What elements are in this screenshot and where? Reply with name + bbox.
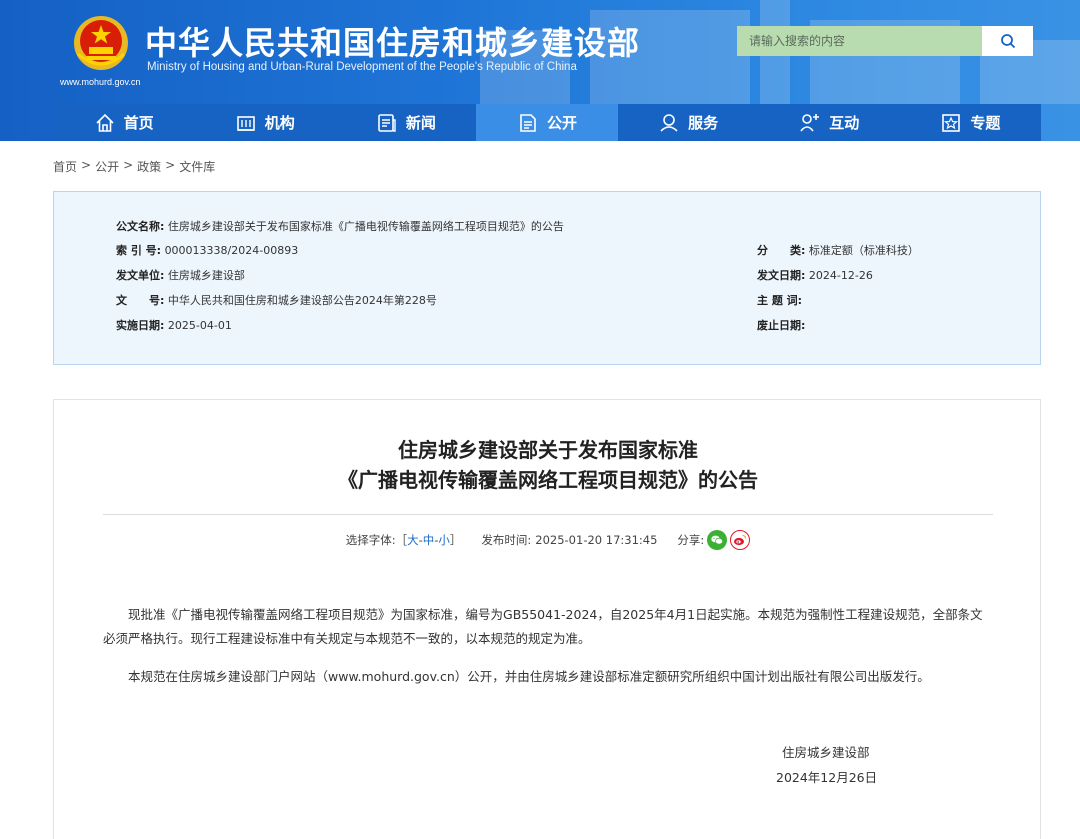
info-value: 住房城乡建设部: [167, 269, 245, 282]
info-value: 2025-04-01: [167, 319, 232, 332]
nav-item-label: 首页: [123, 114, 154, 132]
publish-label: 发布时间:: [481, 533, 532, 547]
share-wechat-button[interactable]: [707, 530, 728, 550]
topic-icon: [942, 113, 961, 132]
wechat-icon: [711, 535, 724, 545]
interaction-icon: [800, 113, 820, 132]
info-value: 中华人民共和国住房和城乡建设部公告2024年第228号: [167, 294, 437, 307]
nav-item-label: 公开: [546, 114, 577, 132]
info-value: 2024-12-26: [808, 269, 873, 282]
info-label: 发文日期:: [757, 269, 806, 282]
breadcrumb-disclosure[interactable]: 公开: [95, 158, 119, 175]
article-title-line1: 住房城乡建设部关于发布国家标准: [398, 438, 698, 462]
font-size-small[interactable]: 小: [438, 533, 450, 547]
info-label: 废止日期:: [757, 319, 806, 332]
info-issuer: 发文单位: 住房城乡建设部: [116, 267, 245, 283]
news-icon: [378, 113, 396, 132]
nav-item-label: 服务: [688, 114, 719, 132]
article-title-line2: 《广播电视传输覆盖网络工程项目规范》的公告: [338, 468, 758, 492]
nav-item-disclosure[interactable]: 公开: [476, 104, 618, 141]
info-label: 分 类:: [757, 244, 806, 257]
search-button[interactable]: [982, 26, 1033, 56]
share-label: 分享:: [677, 533, 705, 547]
font-size-selector: 选择字体:［大-中-小］: [346, 532, 462, 548]
info-label: 索 引 号:: [116, 244, 162, 257]
info-subject: 主 题 词:: [757, 292, 802, 308]
search-icon: [1000, 34, 1015, 49]
info-label: 主 题 词:: [757, 294, 803, 307]
article-meta: 选择字体:［大-中-小］ 发布时间: 2025-01-20 17:31:45 分…: [54, 530, 1042, 550]
national-emblem-icon: [74, 16, 128, 70]
article-panel: 住房城乡建设部关于发布国家标准 《广播电视传输覆盖网络工程项目规范》的公告 选择…: [53, 399, 1041, 839]
home-icon: [95, 113, 114, 132]
font-size-medium[interactable]: 中: [423, 533, 435, 547]
article-paragraph-1: 现批准《广播电视传输覆盖网络工程项目规范》为国家标准，编号为GB55041-20…: [103, 607, 983, 646]
info-label: 发文单位:: [116, 269, 165, 282]
info-doc-no: 文 号: 中华人民共和国住房和城乡建设部公告2024年第228号: [116, 292, 437, 308]
nav-item-interaction[interactable]: 互动: [759, 104, 900, 141]
info-effective-date: 实施日期: 2025-04-01: [116, 317, 232, 333]
info-label: 公文名称:: [116, 220, 165, 233]
search-bar: [737, 26, 1033, 56]
main-nav: 首页 机构 新闻 公开 服务 互动 专题: [53, 104, 1041, 141]
nav-item-label: 专题: [970, 114, 1001, 132]
breadcrumb-separator: >: [81, 158, 92, 172]
signature-date: 2024年12月26日: [776, 770, 878, 785]
info-label: 实施日期:: [116, 319, 165, 332]
title-divider: [103, 514, 993, 515]
site-url: www.mohurd.gov.cn: [60, 77, 141, 87]
nav-item-news[interactable]: 新闻: [335, 104, 476, 141]
font-size-large[interactable]: 大: [407, 533, 419, 547]
breadcrumb-separator: >: [123, 158, 134, 172]
font-size-close: ］: [449, 533, 462, 547]
nav-item-topic[interactable]: 专题: [900, 104, 1041, 141]
share-weibo-button[interactable]: [730, 530, 751, 550]
site-title: 中华人民共和国住房和城乡建设部: [145, 24, 641, 62]
breadcrumb-policy[interactable]: 政策: [137, 158, 161, 175]
site-header: www.mohurd.gov.cn 中华人民共和国住房和城乡建设部 Minist…: [0, 0, 1080, 141]
nav-item-label: 机构: [264, 114, 295, 132]
signature-org: 住房城乡建设部: [782, 745, 870, 760]
breadcrumb: 首页 > 公开 > 政策 > 文件库: [53, 158, 215, 175]
breadcrumb-home[interactable]: 首页: [53, 158, 77, 175]
font-size-label: 选择字体:［: [345, 533, 408, 547]
organization-icon: [236, 115, 255, 131]
disclosure-icon: [520, 113, 536, 132]
info-index-no: 索 引 号: 000013338/2024-00893: [116, 242, 298, 258]
info-value: 标准定额（标准科技）: [808, 244, 919, 257]
info-issue-date: 发文日期: 2024-12-26: [757, 267, 873, 283]
breadcrumb-separator: >: [165, 158, 176, 172]
info-label: 文 号:: [116, 294, 165, 307]
nav-item-label: 新闻: [405, 114, 436, 132]
info-expiry-date: 废止日期:: [757, 317, 805, 333]
info-doc-name: 公文名称: 住房城乡建设部关于发布国家标准《广播电视传输覆盖网络工程项目规范》的…: [116, 218, 564, 234]
search-input[interactable]: [737, 26, 982, 56]
info-value: 000013338/2024-00893: [164, 244, 299, 257]
nav-item-label: 互动: [829, 114, 860, 132]
publish-time: 2025-01-20 17:31:45: [535, 533, 658, 547]
nav-item-organization[interactable]: 机构: [194, 104, 335, 141]
info-category: 分 类: 标准定额（标准科技）: [757, 242, 919, 258]
info-value: 住房城乡建设部关于发布国家标准《广播电视传输覆盖网络工程项目规范》的公告: [167, 220, 564, 233]
nav-item-home[interactable]: 首页: [53, 104, 194, 141]
weibo-icon: [734, 535, 747, 546]
nav-item-service[interactable]: 服务: [618, 104, 759, 141]
document-info-panel: 公文名称: 住房城乡建设部关于发布国家标准《广播电视传输覆盖网络工程项目规范》的…: [53, 191, 1041, 365]
article-paragraph-2: 本规范在住房城乡建设部门户网站（www.mohurd.gov.cn）公开，并由住…: [128, 669, 930, 684]
service-icon: [660, 113, 678, 132]
breadcrumb-document-library[interactable]: 文件库: [179, 158, 215, 175]
site-title-english: Ministry of Housing and Urban-Rural Deve…: [147, 61, 577, 73]
